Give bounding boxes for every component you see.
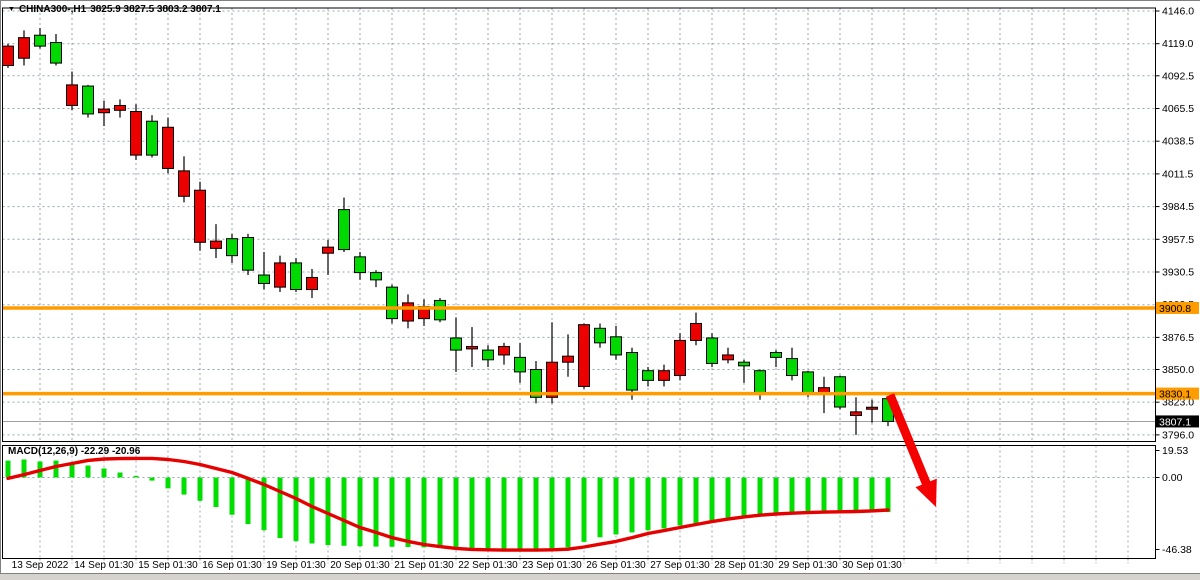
macd-title: MACD(12,26,9) <box>8 446 78 457</box>
svg-text:3807.1: 3807.1 <box>1159 416 1191 428</box>
level-price-badge: 3900.8 <box>1156 302 1199 315</box>
svg-text:4011.5: 4011.5 <box>1162 168 1193 180</box>
svg-text:4065.5: 4065.5 <box>1162 103 1194 115</box>
current-price-badge: 3807.1 <box>1156 415 1199 428</box>
symbol-period-label[interactable]: ▼ CHINA300-,H1 3825.9 3827.5 3803.2 3807… <box>8 4 221 15</box>
svg-text:21 Sep 01:30: 21 Sep 01:30 <box>394 560 454 571</box>
svg-text:13 Sep 2022: 13 Sep 2022 <box>12 560 69 571</box>
svg-text:29 Sep 01:30: 29 Sep 01:30 <box>778 560 838 571</box>
svg-text:19 Sep 01:30: 19 Sep 01:30 <box>266 560 326 571</box>
svg-text:15 Sep 01:30: 15 Sep 01:30 <box>138 560 198 571</box>
svg-text:30 Sep 01:30: 30 Sep 01:30 <box>842 560 902 571</box>
svg-text:3850.0: 3850.0 <box>1162 364 1194 376</box>
chart-window: 4146.0 4119.0 4092.5 4065.5 4038.5 4011.5 3984… <box>0 0 1200 580</box>
svg-text:4119.0: 4119.0 <box>1162 38 1193 50</box>
dropdown-arrow-icon: ▼ <box>8 6 15 13</box>
time-axis[interactable]: 13 Sep 2022 14 Sep 01:30 15 Sep 01:30 16 Se… <box>12 560 903 571</box>
svg-text:3830.1: 3830.1 <box>1159 389 1191 401</box>
svg-text:20 Sep 01:30: 20 Sep 01:30 <box>330 560 390 571</box>
svg-text:14 Sep 01:30: 14 Sep 01:30 <box>74 560 134 571</box>
price-axis[interactable]: 4146.0 4119.0 4092.5 4065.5 4038.5 4011.5 3984… <box>1156 5 1195 441</box>
svg-text:3984.5: 3984.5 <box>1162 201 1194 213</box>
svg-text:3900.8: 3900.8 <box>1159 303 1191 315</box>
bottom-strip <box>0 573 1200 580</box>
svg-text:4092.5: 4092.5 <box>1162 70 1194 82</box>
svg-text:4146.0: 4146.0 <box>1162 5 1194 17</box>
svg-text:-46.38: -46.38 <box>1162 544 1192 556</box>
svg-text:27 Sep 01:30: 27 Sep 01:30 <box>650 560 710 571</box>
symbol-text: CHINA300-,H1 <box>19 4 86 15</box>
svg-text:3957.5: 3957.5 <box>1162 234 1194 246</box>
svg-text:28 Sep 01:30: 28 Sep 01:30 <box>714 560 774 571</box>
svg-text:4038.5: 4038.5 <box>1162 136 1194 148</box>
svg-text:16 Sep 01:30: 16 Sep 01:30 <box>202 560 262 571</box>
chart-surface[interactable] <box>3 8 1156 559</box>
svg-text:23 Sep 01:30: 23 Sep 01:30 <box>522 560 582 571</box>
level-price-badge: 3830.1 <box>1156 388 1199 401</box>
svg-text:26 Sep 01:30: 26 Sep 01:30 <box>586 560 646 571</box>
svg-text:0.00: 0.00 <box>1162 472 1183 484</box>
svg-text:3796.0: 3796.0 <box>1162 429 1194 441</box>
svg-text:3876.5: 3876.5 <box>1162 332 1194 344</box>
ohlc-values-text: 3825.9 3827.5 3803.2 3807.1 <box>90 4 221 15</box>
chart-canvas[interactable]: 4146.0 4119.0 4092.5 4065.5 4038.5 4011.5 3984… <box>0 0 1200 580</box>
macd-axis: 19.53 0.00 -46.38 <box>1156 445 1192 556</box>
macd-indicator-label: MACD(12,26,9) -22.29 -20.96 <box>8 446 140 457</box>
svg-text:19.53: 19.53 <box>1162 445 1188 457</box>
svg-text:3930.5: 3930.5 <box>1162 266 1194 278</box>
macd-values: -22.29 -20.96 <box>81 446 141 457</box>
svg-text:22 Sep 01:30: 22 Sep 01:30 <box>458 560 518 571</box>
